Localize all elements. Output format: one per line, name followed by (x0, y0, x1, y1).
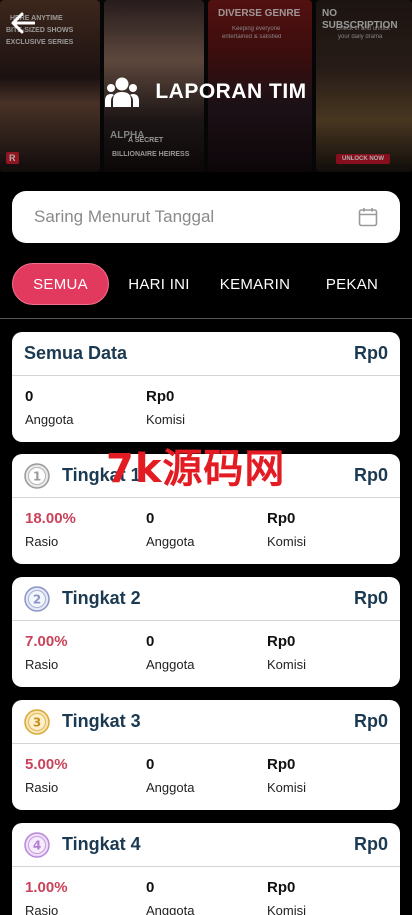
stat-label: Rasio (25, 903, 59, 915)
team-report-screen: HERE ANYTIME BITE-SIZED SHOWS EXCLUSIVE … (0, 0, 412, 915)
stat-value: Rp0 (146, 388, 175, 405)
stat-value: 7.00% (25, 633, 68, 650)
card-body: 18.00% Rasio 0 Anggota Rp0 Komisi (12, 498, 400, 563)
stat-value: 5.00% (25, 756, 68, 773)
tab-kemarin[interactable]: KEMARIN (210, 263, 300, 305)
stat-value: Rp0 (267, 879, 296, 896)
stat-commission: Rp0 Komisi (146, 388, 185, 427)
card-title: Semua Data (24, 343, 128, 363)
stat-commission: Rp0 Komisi (267, 756, 306, 795)
card-body: 7.00% Rasio 0 Anggota Rp0 Komisi (12, 621, 400, 686)
stat-label: Anggota (146, 903, 195, 915)
stat-value: Rp0 (267, 756, 296, 773)
page-header: LAPORAN TIM (0, 76, 412, 108)
level-card-4: 4 Tingkat 4 Rp0 1.00% Rasio 0 Anggota Rp… (12, 823, 400, 915)
stat-label: Anggota (25, 412, 74, 427)
page-title: LAPORAN TIM (155, 80, 307, 103)
stat-commission: Rp0 Komisi (267, 510, 306, 549)
stat-value: 0 (146, 510, 155, 527)
card-header: 4 Tingkat 4 Rp0 (12, 823, 400, 867)
card-header: 2 Tingkat 2 Rp0 (12, 577, 400, 621)
svg-text:4: 4 (33, 838, 41, 852)
tabs-divider (0, 318, 412, 319)
card-title: Tingkat 4 (62, 834, 141, 854)
card-title: Tingkat 2 (62, 588, 141, 608)
stat-members: 0 Anggota (146, 633, 194, 672)
stat-members: 0 Anggota (146, 879, 194, 915)
level-card-3: 3 Tingkat 3 Rp0 5.00% Rasio 0 Anggota Rp… (12, 700, 400, 810)
stat-label: Komisi (267, 534, 307, 549)
medal-2-icon: 2 (24, 585, 50, 612)
card-header: Semua Data Rp0 (12, 332, 400, 376)
card-total: Rp0 (353, 588, 388, 608)
stat-commission: Rp0 Komisi (267, 879, 306, 915)
stat-ratio: 1.00% Rasio (25, 879, 68, 915)
period-tabs: SEMUA HARI INI KEMARIN PEKAN (0, 263, 412, 305)
level-card-2: 2 Tingkat 2 Rp0 7.00% Rasio 0 Anggota Rp… (12, 577, 400, 687)
card-title: Tingkat 1 (62, 465, 141, 485)
stat-members: 0 Anggota (146, 756, 194, 795)
card-total: Rp0 (353, 711, 388, 731)
card-body: 5.00% Rasio 0 Anggota Rp0 Komisi (12, 744, 400, 809)
stat-value: 1.00% (25, 879, 68, 896)
stat-label: Komisi (146, 412, 186, 427)
tab-pekan[interactable]: PEKAN (314, 263, 390, 305)
level-card-1: 1 Tingkat 1 Rp0 18.00% Rasio 0 Anggota R… (12, 454, 400, 564)
tab-semua[interactable]: SEMUA (12, 263, 109, 305)
svg-text:3: 3 (33, 715, 41, 729)
stat-label: Anggota (146, 780, 195, 795)
stat-value: 0 (146, 879, 155, 896)
calendar-icon (358, 208, 378, 227)
card-body: 1.00% Rasio 0 Anggota Rp0 Komisi (12, 867, 400, 915)
medal-1-icon: 1 (24, 462, 50, 489)
card-total: Rp0 (353, 834, 388, 854)
medal-4-icon: 4 (24, 831, 50, 858)
stat-value: 18.00% (25, 510, 76, 527)
stat-members: 0 Anggota (25, 388, 73, 427)
team-icon (105, 77, 140, 107)
card-total: Rp0 (353, 343, 388, 363)
back-button[interactable] (8, 8, 38, 38)
card-body: 0 Anggota Rp0 Komisi (12, 376, 400, 441)
medal-3-icon: 3 (24, 708, 50, 735)
stat-commission: Rp0 Komisi (267, 633, 306, 672)
stat-label: Anggota (146, 657, 195, 672)
stat-members: 0 Anggota (146, 510, 194, 549)
header-banner: HERE ANYTIME BITE-SIZED SHOWS EXCLUSIVE … (0, 0, 412, 172)
stat-value: Rp0 (267, 510, 296, 527)
stat-label: Anggota (146, 534, 195, 549)
stat-label: Rasio (25, 534, 59, 549)
card-title: Tingkat 3 (62, 711, 141, 731)
stat-value: 0 (146, 756, 155, 773)
arrow-left-icon (11, 12, 35, 34)
stat-label: Rasio (25, 780, 59, 795)
date-filter-placeholder: Saring Menurut Tanggal (34, 207, 215, 226)
stat-label: Komisi (267, 657, 307, 672)
stat-value: 0 (25, 388, 34, 405)
stat-value: 0 (146, 633, 155, 650)
stat-ratio: 7.00% Rasio (25, 633, 68, 672)
svg-text:1: 1 (33, 469, 41, 483)
card-header: 3 Tingkat 3 Rp0 (12, 700, 400, 744)
summary-card: Semua Data Rp0 0 Anggota Rp0 Komisi (12, 332, 400, 442)
stat-label: Komisi (267, 780, 307, 795)
stat-ratio: 5.00% Rasio (25, 756, 68, 795)
card-header: 1 Tingkat 1 Rp0 (12, 454, 400, 498)
stat-ratio: 18.00% Rasio (25, 510, 76, 549)
card-total: Rp0 (353, 465, 388, 485)
svg-text:2: 2 (33, 592, 41, 606)
stat-label: Rasio (25, 657, 59, 672)
tab-hari-ini[interactable]: HARI INI (118, 263, 200, 305)
date-filter-input[interactable]: Saring Menurut Tanggal (12, 191, 400, 243)
stat-label: Komisi (267, 903, 307, 915)
stat-value: Rp0 (267, 633, 296, 650)
